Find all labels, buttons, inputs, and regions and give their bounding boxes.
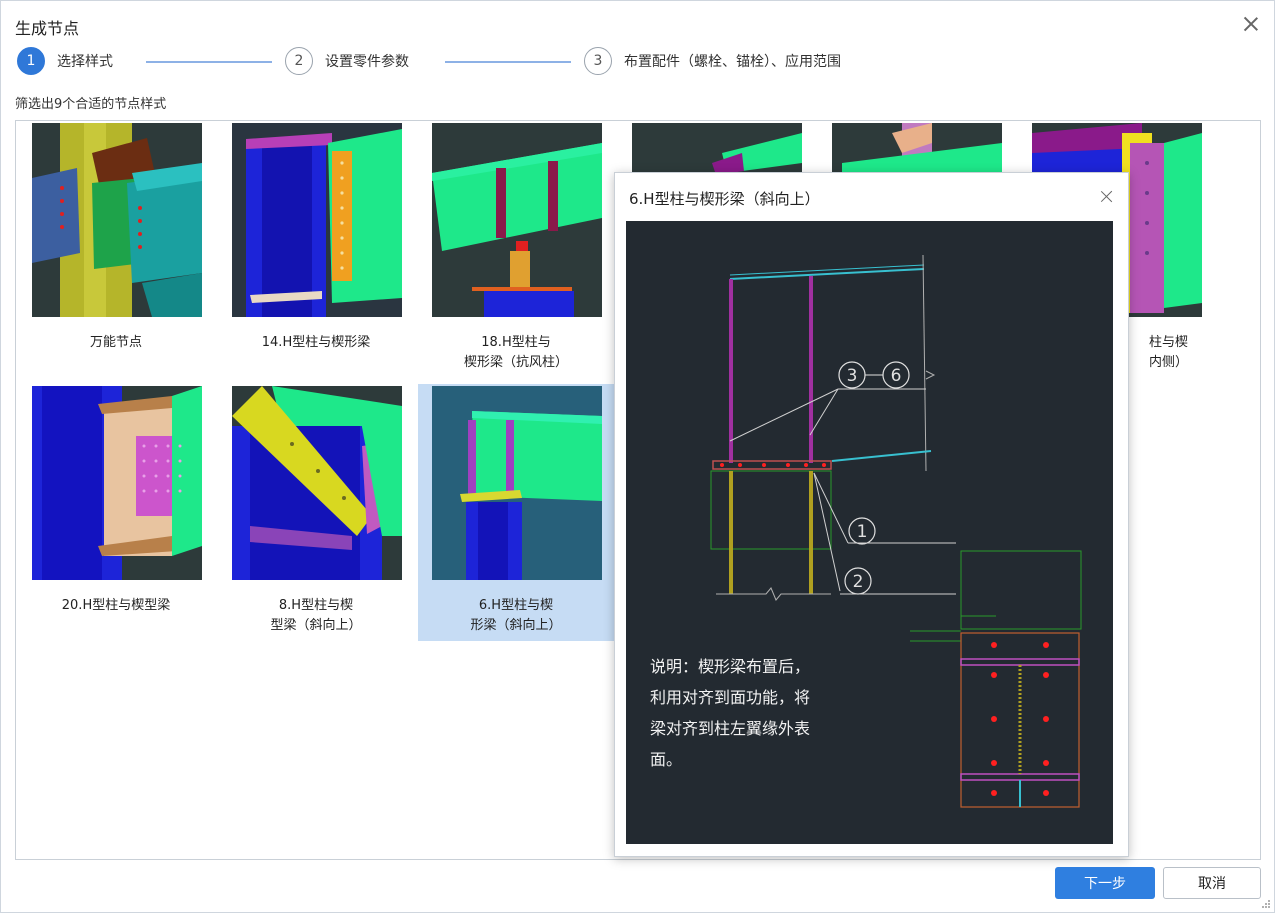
callout-3: 3 (847, 366, 858, 386)
node-caption: 8.H型柱与楔 型梁（斜向上） (270, 598, 362, 633)
step-1-label: 选择样式 (57, 54, 113, 70)
node-style-card[interactable]: 18.H型柱与 楔形梁（抗风柱） (418, 121, 614, 378)
node-caption: 6.H型柱与楔 形梁（斜向上） (470, 598, 562, 633)
node-style-card[interactable]: 8.H型柱与楔 型梁（斜向上） (218, 384, 414, 641)
node-style-card[interactable]: 14.H型柱与楔形梁 (218, 121, 414, 378)
step-1-number: 1 (17, 47, 45, 75)
step-connector (146, 61, 272, 63)
step-2-label: 设置零件参数 (325, 54, 409, 70)
node-caption: 20.H型柱与楔型梁 (61, 598, 171, 613)
preview-note: 说明：楔形梁布置后， 利用对齐到面功能，将 梁对齐到柱左翼缘外表 面。 (650, 657, 811, 769)
cancel-button[interactable]: 取消 (1163, 867, 1261, 899)
preview-drawing: 3 6 1 2 说明：楔形梁布置后， 利用对齐到面功能，将 梁对齐到柱左翼缘外表… (626, 221, 1113, 844)
node-caption: 18.H型柱与 楔形梁（抗风柱） (463, 335, 568, 370)
dialog-title: 生成节点 (15, 19, 80, 38)
node-preview-popup: 6.H型柱与楔形梁（斜向上） 3 6 1 2 说明：楔形梁布置后， 利用对齐到面… (614, 172, 1129, 857)
node-thumbnail (232, 123, 402, 317)
node-style-card[interactable]: 20.H型柱与楔型梁 (18, 384, 214, 641)
node-thumbnail (432, 123, 602, 317)
step-3-number: 3 (584, 47, 612, 75)
filter-result-label: 筛选出9个合适的节点样式 (15, 97, 167, 112)
close-icon[interactable] (1242, 15, 1260, 33)
preview-title: 6.H型柱与楔形梁（斜向上） (629, 190, 820, 208)
callout-1: 1 (857, 522, 868, 542)
callout-2: 2 (853, 572, 864, 592)
node-thumbnail (32, 386, 202, 580)
resize-grip-icon[interactable] (1261, 899, 1271, 909)
node-caption: 万能节点 (89, 335, 142, 350)
node-caption: 14.H型柱与楔形梁 (261, 335, 371, 350)
step-3: 3 布置配件（螺栓、锚栓）、应用范围 (584, 47, 841, 75)
callout-6: 6 (891, 366, 902, 386)
step-2: 2 设置零件参数 (285, 47, 409, 75)
generate-node-dialog: 生成节点 1 选择样式 2 设置零件参数 3 布置配件（螺栓、锚栓）、应用范围 … (0, 0, 1275, 913)
node-style-card[interactable]: 万能节点 (18, 121, 214, 378)
next-button[interactable]: 下一步 (1055, 867, 1155, 899)
step-2-number: 2 (285, 47, 313, 75)
node-thumbnail (32, 123, 202, 317)
node-style-card-selected[interactable]: 6.H型柱与楔 形梁（斜向上） (418, 384, 614, 641)
step-1: 1 选择样式 (17, 47, 113, 75)
node-thumbnail (232, 386, 402, 580)
step-connector (445, 61, 571, 63)
preview-close-icon[interactable] (1099, 189, 1114, 204)
step-3-label: 布置配件（螺栓、锚栓）、应用范围 (624, 54, 841, 70)
node-thumbnail (432, 386, 602, 580)
